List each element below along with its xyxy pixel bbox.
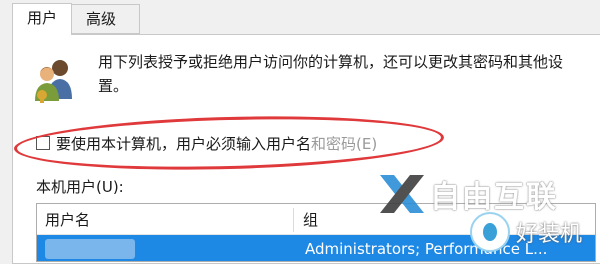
tab-strip: 用户 高级 <box>0 0 600 35</box>
description-text: 用下列表授予或拒绝用户访问你的计算机，还可以更改其密码和其他设置。 <box>98 53 564 95</box>
tab-advanced[interactable]: 高级 <box>72 4 140 34</box>
column-header-username[interactable]: 用户名 <box>45 209 90 230</box>
column-header-group[interactable]: 组 <box>303 209 318 230</box>
username-cell-blurred <box>45 239 135 259</box>
users-icon <box>35 60 72 103</box>
local-users-label: 本机用户(U): <box>36 178 124 196</box>
tab-users[interactable]: 用户 <box>12 3 73 35</box>
x-logo-icon <box>380 175 424 213</box>
watermark-brand: 自由互联 <box>378 172 558 216</box>
watermark-site-text: 好装机 <box>516 222 583 247</box>
column-divider[interactable] <box>293 208 294 232</box>
watermark-brand-text: 自由互联 <box>430 180 558 215</box>
site-logo-icon <box>470 212 510 252</box>
watermark-site: 好装机 <box>470 212 582 252</box>
